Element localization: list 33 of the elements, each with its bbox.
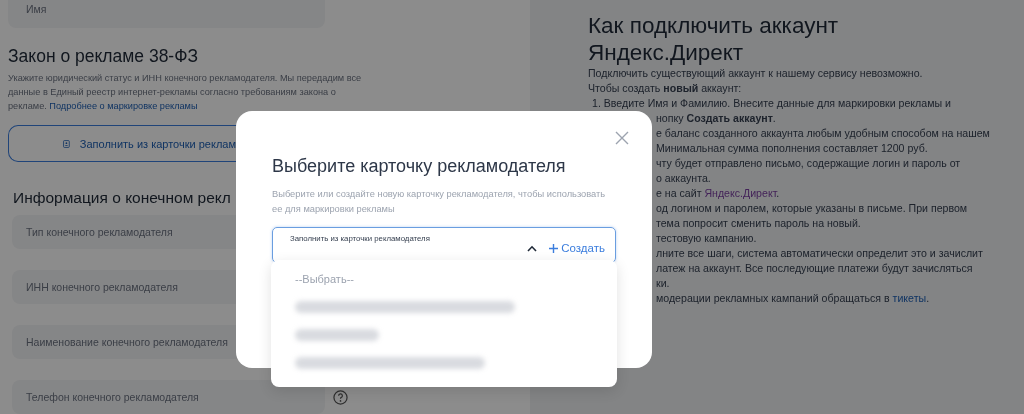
plus-icon [549, 243, 559, 253]
close-icon[interactable] [615, 131, 629, 145]
instruction-text: од логином и паролем, которые указаны в письме. При первом [656, 201, 968, 216]
create-button[interactable]: Создать [549, 242, 605, 254]
instruction-text: латеж на аккаунт. Все последующие платежи будут зачисляться [656, 261, 973, 276]
law-description: Укажите юридический статус и ИНН конечного рекламодателя. Мы передадим все данные в Единый реестр интернет-рекламы согласно требованиям закона о рекламе. Подробнее о маркировке рекламы [8, 72, 363, 113]
fill-from-card-button[interactable]: Заполнить из карточки реклам [8, 125, 236, 162]
instruction-text: е на сайт [656, 187, 703, 199]
input-field[interactable]: Телефон конечного рекламодателя [12, 380, 325, 414]
instruction-text: . [926, 292, 930, 304]
instructions-heading: Как подключить аккаунт Яндекс.Директ [588, 12, 840, 66]
instruction-text: нопку Создать аккаунт. [656, 111, 776, 126]
section-heading: Информация о конечном рекл [13, 189, 231, 207]
help-icon[interactable] [333, 389, 348, 405]
instruction-text: Подключить существующий аккаунт к нашему сервису невозможно. [588, 66, 923, 81]
instruction-text: тестовую кампанию. [656, 231, 757, 246]
instruction-text: модерации рекламных кампаний обращаться в [656, 292, 891, 304]
instruction-text: тема попросит сменить пароль на новый. [656, 216, 861, 231]
link[interactable]: Подробнее о маркировке рекламы [49, 101, 198, 111]
input-field[interactable]: Имя [8, 0, 325, 28]
instruction-text: Чтобы создать новый аккаунт: [588, 81, 742, 96]
instruction-text: чту будет отправлено письмо, содержащие логин и пароль от [656, 156, 961, 171]
instruction-text: Минимальная сумма пополнения составляет 1200 руб. [656, 141, 928, 156]
instruction-text: . [776, 187, 780, 199]
dialog-description: Выберите или создайте новую карточку рекламодателя, чтобы использовать ее для маркировки рекламы [272, 188, 607, 216]
dialog-title: Выберите карточку рекламодателя [272, 156, 567, 177]
section-heading: Закон о рекламе 38-ФЗ [8, 46, 200, 67]
instruction-text: лните все шаги, система автоматически определит это и зачислит [656, 246, 983, 261]
instruction-text: е баланс созданного аккаунта любым удобным способом на нашем [656, 126, 990, 141]
instruction-text: о аккаунта. [656, 171, 711, 186]
instruction-text: ки. [656, 276, 670, 291]
caret-icon[interactable] [527, 244, 538, 252]
instruction-step: 1. Введите Имя и Фамилию. Внесите данные для маркировки рекламы и [592, 96, 951, 111]
